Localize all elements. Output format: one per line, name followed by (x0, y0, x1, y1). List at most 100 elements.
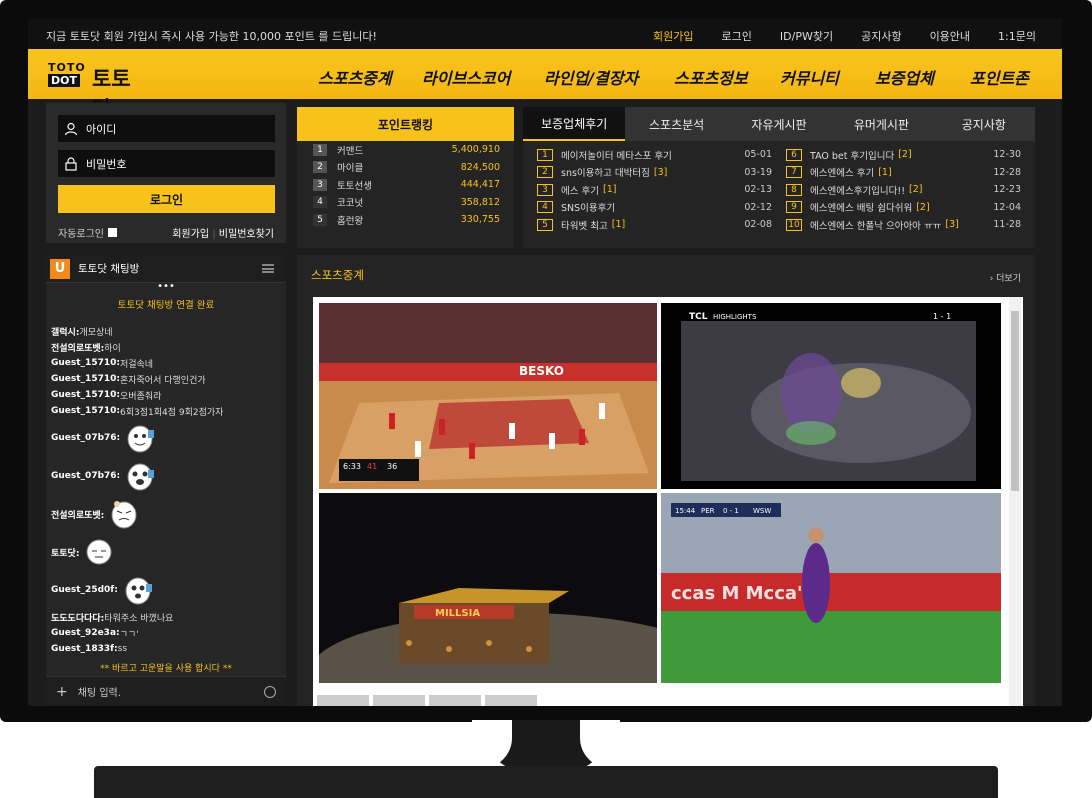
chat-user[interactable]: 전설의로또벳: (51, 508, 104, 521)
tab-humor-board[interactable]: 유머게시판 (830, 107, 932, 141)
chat-user[interactable]: Guest_15710: (51, 374, 120, 384)
plus-icon[interactable]: + (56, 684, 68, 700)
post-date: 02-12 (744, 201, 772, 213)
nav-item-sports-info[interactable]: 스포츠정보 (674, 65, 780, 89)
board-col-right: 6 TAO bet 후기입니다 [2] 12-30 7 에스엔에스 후기 [1] 12-28… (786, 146, 1021, 234)
thumbnail[interactable] (429, 695, 481, 706)
chat-user[interactable]: Guest_15710: (51, 390, 120, 400)
post-item[interactable]: 10 에스엔에스 한폴낙 으아아아 ㅠㅠ [3] 11-28 (786, 216, 1021, 234)
logo-line1: TOTO (48, 61, 86, 74)
post-item[interactable]: 2 sns이용하고 대박터짐 [3] 03-19 (537, 164, 772, 182)
chat-user[interactable]: 토토닷: (51, 546, 79, 559)
nav-item-pointzone[interactable]: 포인트존 (970, 65, 1029, 89)
chat-text: 타워주소 바꼈나요 (104, 613, 174, 624)
chat-user[interactable]: Guest_92e3a: (51, 628, 120, 638)
tab-sports-analysis[interactable]: 스포츠분석 (625, 107, 727, 141)
video-stadium[interactable]: MILLSIA (319, 493, 657, 683)
lock-icon (65, 156, 77, 171)
video-soccer[interactable]: ccas M Mcca's 15:44 PER 0 - 1 WSW (661, 493, 1001, 683)
post-item[interactable]: 1 메이저놀이터 메타스포 후기 05-01 (537, 146, 772, 164)
hamburger-icon[interactable] (262, 264, 274, 273)
screen: 지금 토토닷 회원 가입시 즉시 사용 가능한 10,000 포인트 를 드립니… (28, 19, 1062, 706)
emoji-icon[interactable] (264, 685, 276, 698)
post-number: 10 (786, 218, 802, 231)
ranking-row[interactable]: 4 코코넛 358,812 (297, 194, 514, 212)
post-item[interactable]: 7 에스엔에스 후기 [1] 12-28 (786, 164, 1021, 182)
post-item[interactable]: 5 타워벳 최고 [1] 02-08 (537, 216, 772, 234)
chat-user[interactable]: 갤럭시: (51, 325, 79, 338)
stadium-sign: MILLSIA (435, 608, 480, 619)
svg-text:ccas M Mcca's: ccas M Mcca's (671, 583, 813, 604)
chat-user[interactable]: 전설의로또벳: (51, 341, 104, 354)
post-date: 03-19 (744, 166, 772, 178)
id-field[interactable]: 아이디 (58, 115, 275, 142)
tab-free-board[interactable]: 자유게시판 (728, 107, 830, 141)
chat-user[interactable]: Guest_1833f: (51, 644, 118, 654)
nav-item-lineup[interactable]: 라인업/결장자 (544, 65, 674, 89)
inquiry-link[interactable]: 1:1문의 (998, 28, 1036, 44)
video-scrollbar[interactable] (1009, 297, 1021, 706)
nav-item-sports-live[interactable]: 스포츠중계 (318, 65, 422, 89)
chat-message: Guest_1833f: ss (51, 641, 280, 657)
chat-title: 토토닷 채팅방 (78, 263, 140, 275)
chat-header: U 토토닷 채팅방 (46, 255, 286, 283)
chat-user[interactable]: Guest_15710: (51, 406, 120, 416)
auto-login-checkbox[interactable] (108, 228, 117, 237)
login-button[interactable]: 로그인 (58, 185, 275, 213)
chat-text: 개모상네 (79, 327, 113, 338)
top-links: 회원가입 로그인 ID/PW찾기 공지사항 이용안내 1:1문의 (653, 28, 1036, 44)
more-link[interactable]: › 더보기 (990, 271, 1021, 284)
monitor-stand-neck (472, 720, 620, 768)
thumbnail[interactable] (317, 695, 369, 706)
chat-message: Guest_07b76: (51, 457, 280, 495)
video-esports[interactable]: TCL HIGHLIGHTS 1 - 1 (661, 303, 1001, 489)
notice-link[interactable]: 공지사항 (861, 28, 901, 44)
password-field[interactable]: 비밀번호 (58, 150, 275, 177)
post-item[interactable]: 4 SNS이용후기 02-12 (537, 199, 772, 217)
signup-link[interactable]: 회원가입 (653, 28, 693, 44)
chat-user[interactable]: Guest_25d0f: (51, 585, 118, 595)
chat-user[interactable]: Guest_07b76: (51, 471, 120, 481)
chat-user[interactable]: Guest_15710: (51, 358, 120, 368)
scrollbar-thumb[interactable] (1011, 311, 1019, 491)
chat-text: 오버좀줘라 (119, 391, 162, 402)
rank-name: 토토선생 (337, 180, 372, 192)
login-link[interactable]: 로그인 (722, 28, 752, 44)
nav-item-community[interactable]: 커뮤니티 (780, 65, 875, 89)
tab-guarantee-reviews[interactable]: 보증업체후기 (523, 107, 626, 141)
nav-item-guarantee[interactable]: 보증업체 (875, 65, 970, 89)
thumbnail[interactable] (485, 695, 537, 706)
site-logo[interactable]: TOTO DOT 토토닷 (46, 59, 146, 121)
login-box: 아이디 비밀번호 로그인 자동로그인 회원가입 | 비밀번호찾기 (46, 103, 286, 243)
post-title: TAO bet 후기입니다 (810, 150, 895, 162)
rank-number: 1 (313, 143, 327, 156)
video-basketball[interactable]: BESKO 6:33 41 36 (319, 303, 657, 489)
post-item[interactable]: 9 에스엔에스 배팅 쉽다쉬워 [2] 12-04 (786, 199, 1021, 217)
post-item[interactable]: 8 에스엔에스후기입니다!! [2] 12-23 (786, 181, 1021, 199)
ranking-row[interactable]: 2 마이클 824,500 (297, 159, 514, 177)
guide-link[interactable]: 이용안내 (930, 28, 970, 44)
post-date: 12-04 (993, 201, 1021, 213)
point-ranking-title[interactable]: 포인트랭킹 (297, 107, 514, 141)
board-columns: 1 메이저놀이터 메타스포 후기 05-01 2 sns이용하고 대박터짐 [3] 03-… (523, 141, 1035, 234)
post-item[interactable]: 3 에스 후기 [1] 02-13 (537, 181, 772, 199)
tab-notices[interactable]: 공지사항 (933, 107, 1035, 141)
chat-dots[interactable]: ••• (46, 282, 286, 292)
chat-message: 전설의로또벳: 하이 (51, 339, 280, 355)
ranking-row[interactable]: 1 커맨드 5,400,910 (297, 141, 514, 159)
ranking-row[interactable]: 5 홈런왕 330,755 (297, 211, 514, 229)
rank-number: 4 (313, 196, 327, 209)
signup-link-small[interactable]: 회원가입 | 비밀번호찾기 (172, 225, 274, 240)
post-item[interactable]: 6 TAO bet 후기입니다 [2] 12-30 (786, 146, 1021, 164)
chat-text: 6회3점1회4점 9회2점가자 (119, 407, 224, 418)
post-title: 에스엔에스 후기 (810, 168, 875, 180)
chat-system-message: 토토닷 채팅방 연결 완료 (117, 300, 215, 311)
ranking-row[interactable]: 3 토토선생 444,417 (297, 176, 514, 194)
chat-input[interactable]: + 채팅 입력. (46, 676, 286, 706)
thumbnail[interactable] (373, 695, 425, 706)
chat-user[interactable]: Guest_07b76: (51, 433, 120, 443)
chat-user[interactable]: 도도도다다다: (51, 611, 104, 624)
chat-text: 저걸속네 (119, 359, 154, 370)
find-idpw-link[interactable]: ID/PW찾기 (780, 28, 833, 44)
nav-item-livescore[interactable]: 라이브스코어 (422, 65, 544, 89)
